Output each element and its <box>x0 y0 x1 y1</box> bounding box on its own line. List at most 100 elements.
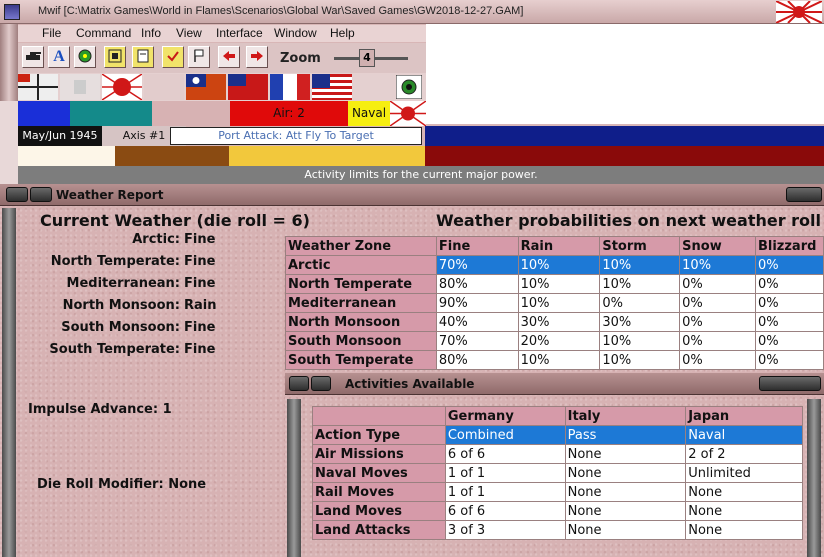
flag-china-icon[interactable] <box>186 74 226 100</box>
table-row[interactable]: Rail Moves 1 of 1 None None <box>312 482 803 502</box>
menu-view[interactable]: View <box>176 26 202 40</box>
window-minimize-button[interactable] <box>311 376 331 391</box>
cell: 0% <box>754 293 824 313</box>
status-bar: Activity limits for the current major po… <box>18 166 824 184</box>
zone-label: South Temperate: <box>49 342 180 357</box>
menu-bar: File Command Info View Interface Window … <box>18 25 426 42</box>
zone-label: Mediterranean: <box>66 276 180 291</box>
cell: 20% <box>517 331 601 351</box>
table-row[interactable]: Mediterranean 90% 10% 0% 0% 0% <box>285 293 824 313</box>
row-header: North Temperate <box>285 274 437 294</box>
window-close-button[interactable] <box>759 376 821 391</box>
col-header <box>312 406 446 426</box>
cell: Naval <box>685 425 803 445</box>
blank-color-cell <box>152 101 230 126</box>
window-menu-button[interactable] <box>6 187 28 202</box>
menu-help[interactable]: Help <box>330 26 355 40</box>
flag-blank-icon[interactable] <box>144 74 184 100</box>
flag-ussr-icon[interactable] <box>354 74 394 100</box>
weather-report-title: Weather Report <box>56 188 164 202</box>
text-a-button[interactable]: A <box>48 46 70 68</box>
flag-japan-icon[interactable] <box>102 74 142 100</box>
row-header: Arctic <box>285 255 437 275</box>
tank-icon[interactable] <box>22 46 44 68</box>
flag-uk-icon[interactable] <box>228 74 268 100</box>
check-icon[interactable] <box>162 46 184 68</box>
col-header: Weather Zone <box>285 236 437 256</box>
flag-germany-icon[interactable] <box>18 74 58 100</box>
cell: 80% <box>435 350 519 370</box>
table-row[interactable]: North Monsoon 40% 30% 30% 0% 0% <box>285 312 824 332</box>
die-roll-modifier: Die Roll Modifier: None <box>37 477 206 492</box>
menu-file[interactable]: File <box>42 26 61 40</box>
right-scroll-frame[interactable] <box>807 399 821 557</box>
menu-window[interactable]: Window <box>274 26 317 40</box>
cell: 10% <box>599 255 681 275</box>
cell: 10% <box>599 350 681 370</box>
table-row[interactable]: Arctic 70% 10% 10% 10% 0% <box>285 255 824 275</box>
weather-report-titlebar[interactable]: Weather Report <box>0 184 824 206</box>
table-row[interactable]: Action Type Combined Pass Naval <box>312 425 803 445</box>
grid-icon[interactable] <box>104 46 126 68</box>
window-title: Mwif [C:\Matrix Games\World in Flames\Sc… <box>38 5 524 17</box>
zone-value: Fine <box>184 320 216 335</box>
table-row[interactable]: Land Moves 6 of 6 None None <box>312 501 803 521</box>
row-header: North Monsoon <box>285 312 437 332</box>
turn-date: May/Jun 1945 <box>18 126 102 146</box>
title-bar: Mwif [C:\Matrix Games\World in Flames\Sc… <box>0 0 824 24</box>
table-row[interactable]: Naval Moves 1 of 1 None Unlimited <box>312 463 803 483</box>
table-row[interactable]: South Monsoon 70% 20% 10% 0% 0% <box>285 331 824 351</box>
table-row[interactable]: Air Missions 6 of 6 None 2 of 2 <box>312 444 803 464</box>
cell: None <box>564 444 687 464</box>
cell: None <box>564 482 687 502</box>
cell: 0% <box>679 312 756 332</box>
flag-icon[interactable] <box>188 46 210 68</box>
current-phase-field[interactable]: Port Attack: Att Fly To Target <box>170 127 422 145</box>
table-row[interactable]: South Temperate 80% 10% 10% 0% 0% <box>285 350 824 370</box>
target-icon[interactable] <box>396 75 422 99</box>
activities-titlebar[interactable]: Activities Available <box>285 373 824 395</box>
row-header: Air Missions <box>312 444 446 464</box>
arrow-left-icon[interactable] <box>218 46 240 68</box>
cell: Pass <box>564 425 687 445</box>
flag-usa-icon[interactable] <box>312 74 352 100</box>
row-header: Naval Moves <box>312 463 446 483</box>
left-scroll-frame <box>287 399 301 557</box>
menu-interface[interactable]: Interface <box>216 26 263 40</box>
cell: 0% <box>754 331 824 351</box>
circle-icon[interactable] <box>74 46 96 68</box>
impulse-advance-value: 1 <box>162 402 172 417</box>
cell: 10% <box>679 255 756 275</box>
table-row[interactable]: North Temperate 80% 10% 10% 0% 0% <box>285 274 824 294</box>
menu-command[interactable]: Command <box>76 26 131 40</box>
col-header: Rain <box>517 236 601 256</box>
zone-label: North Temperate: <box>50 254 180 269</box>
toolbar: A Zoom 4 <box>18 43 426 73</box>
table-row[interactable]: Land Attacks 3 of 3 None None <box>312 520 803 540</box>
window-close-button[interactable] <box>786 187 822 202</box>
row-header: Rail Moves <box>312 482 446 502</box>
window-minimize-button[interactable] <box>30 187 52 202</box>
japan-flag-small-icon <box>390 101 426 126</box>
naval-count: Naval <box>348 101 390 126</box>
impulse-advance: Impulse Advance: 1 <box>28 402 172 417</box>
activities-table: Germany Italy Japan Action Type Combined… <box>312 406 803 540</box>
flag-france-icon[interactable] <box>270 74 310 100</box>
page-icon[interactable] <box>132 46 154 68</box>
zone-value: Rain <box>184 298 217 313</box>
flag-italy-icon[interactable] <box>60 74 100 100</box>
cell: 0% <box>599 293 681 313</box>
weather-probability-table: Weather Zone Fine Rain Storm Snow Blizza… <box>285 236 824 370</box>
arrow-right-icon[interactable] <box>246 46 268 68</box>
major-power-flags <box>18 73 426 101</box>
col-header: Japan <box>685 406 803 426</box>
cell: 0% <box>754 274 824 294</box>
zone-label: Arctic: <box>132 232 180 247</box>
cell: 1 of 1 <box>444 463 566 483</box>
window-menu-button[interactable] <box>289 376 309 391</box>
menu-info[interactable]: Info <box>141 26 161 40</box>
col-header: Germany <box>444 406 566 426</box>
die-roll-modifier-label: Die Roll Modifier: <box>37 477 164 492</box>
cell: None <box>564 463 687 483</box>
zoom-slider-thumb[interactable]: 4 <box>359 49 375 67</box>
